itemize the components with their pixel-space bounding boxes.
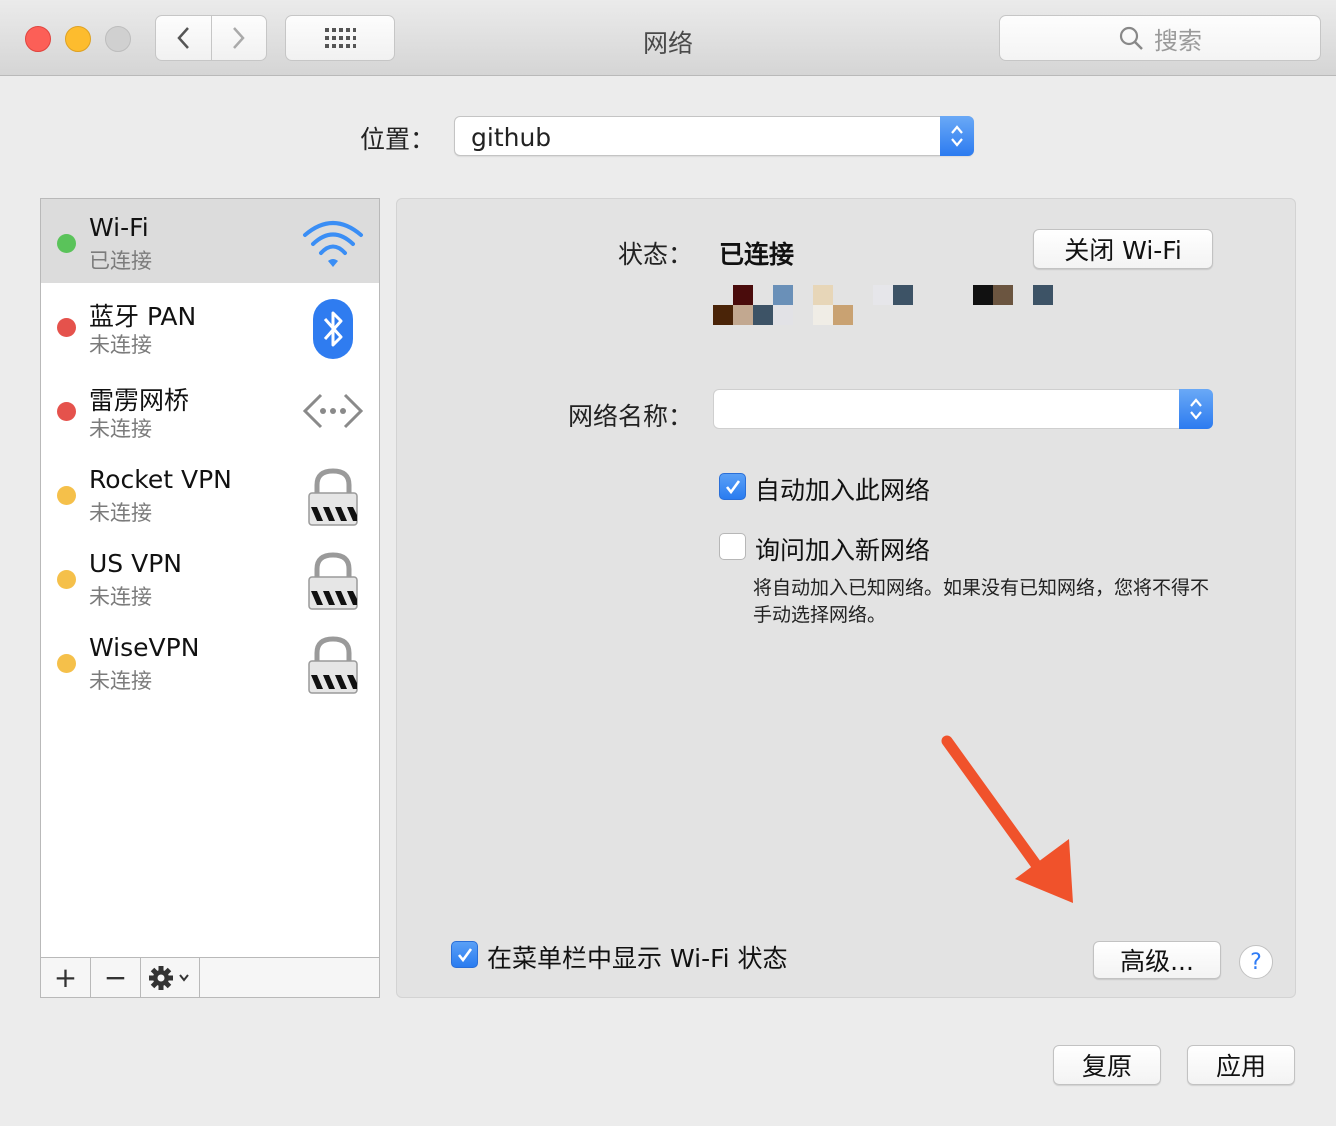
service-status: 未连接 (89, 417, 152, 441)
service-status: 未连接 (89, 585, 152, 609)
location-stepper[interactable] (940, 116, 974, 156)
search-field[interactable]: 搜索 (999, 15, 1321, 61)
service-status: 已连接 (89, 249, 152, 273)
service-name: WiseVPN (89, 633, 200, 662)
service-status: 未连接 (89, 501, 152, 525)
status-dot (57, 402, 76, 421)
service-item-us-vpn[interactable]: US VPN 未连接 (41, 535, 379, 619)
search-placeholder: 搜索 (1154, 26, 1202, 55)
ask-join-checkbox[interactable] (719, 533, 746, 560)
revert-button[interactable]: 复原 (1053, 1045, 1161, 1085)
location-label: 位置： (360, 125, 436, 154)
service-item-wifi[interactable]: Wi-Fi 已连接 (41, 199, 379, 283)
checkmark-icon (725, 479, 740, 494)
service-status: 未连接 (89, 333, 152, 357)
bluetooth-icon (313, 299, 353, 359)
service-name: Rocket VPN (89, 465, 232, 494)
checkmark-icon (457, 947, 472, 962)
advanced-button[interactable]: 高级... (1093, 941, 1221, 979)
up-down-chevron-icon (1190, 398, 1202, 420)
vpn-lock-icon (308, 636, 358, 694)
gear-icon (149, 965, 189, 990)
location-value: github (471, 123, 552, 152)
thunderbolt-bridge-icon (302, 393, 364, 429)
status-dot (57, 486, 76, 505)
network-name-select[interactable] (713, 389, 1213, 429)
status-dot (57, 654, 76, 673)
service-name: US VPN (89, 549, 182, 578)
annotation-arrow (941, 735, 1073, 903)
add-service-button[interactable]: + (41, 958, 91, 997)
ask-join-label: 询问加入新网络 (755, 536, 931, 565)
turn-off-wifi-button[interactable]: 关闭 Wi-Fi (1033, 229, 1213, 269)
search-icon (1119, 26, 1143, 50)
service-list-toolbar: + − (41, 957, 379, 997)
service-name: 蓝牙 PAN (89, 302, 197, 331)
service-item-wisevpn[interactable]: WiseVPN 未连接 (41, 619, 379, 703)
auto-join-checkbox[interactable] (719, 473, 746, 500)
location-select[interactable]: github (454, 116, 974, 156)
status-label: 状态： (617, 240, 693, 269)
vpn-lock-icon (308, 468, 358, 526)
status-dot (57, 234, 76, 253)
action-menu-button[interactable] (141, 958, 200, 997)
wifi-detail-panel: 状态： 已连接 关闭 Wi-Fi 网络名称： 自动加入此网络 询问加入新网络 将… (396, 198, 1296, 998)
ask-join-hint: 将自动加入已知网络。如果没有已知网络，您将不得不手动选择网络。 (753, 577, 1210, 626)
title-bar: 网络 搜索 (0, 0, 1336, 76)
service-status: 未连接 (89, 669, 152, 693)
wifi-icon (303, 221, 363, 267)
service-item-bluetooth-pan[interactable]: 蓝牙 PAN 未连接 (41, 283, 379, 367)
service-name: Wi-Fi (89, 213, 149, 242)
help-button[interactable]: ? (1239, 945, 1273, 979)
status-value: 已连接 (719, 240, 795, 269)
service-name: 雷雳网桥 (89, 386, 190, 415)
service-item-rocket-vpn[interactable]: Rocket VPN 未连接 (41, 451, 379, 535)
network-name-stepper[interactable] (1179, 389, 1213, 429)
service-list: Wi-Fi 已连接 蓝牙 PAN 未连接 雷雳网桥 未连接 Rocket VPN… (40, 198, 380, 998)
vpn-lock-icon (308, 552, 358, 610)
show-in-menubar-label: 在菜单栏中显示 Wi-Fi 状态 (487, 944, 788, 973)
status-dot (57, 318, 76, 337)
network-name-label: 网络名称： (567, 402, 693, 431)
auto-join-label: 自动加入此网络 (755, 476, 931, 505)
remove-service-button[interactable]: − (91, 958, 141, 997)
show-in-menubar-checkbox[interactable] (451, 941, 478, 968)
apply-button[interactable]: 应用 (1187, 1045, 1295, 1085)
up-down-chevron-icon (951, 125, 963, 147)
network-preferences-window: 网络 搜索 位置： github Wi-Fi 已连接 蓝牙 PAN 未连接 雷雳… (0, 0, 1336, 1126)
status-dot (57, 570, 76, 589)
service-item-thunderbolt-bridge[interactable]: 雷雳网桥 未连接 (41, 367, 379, 451)
